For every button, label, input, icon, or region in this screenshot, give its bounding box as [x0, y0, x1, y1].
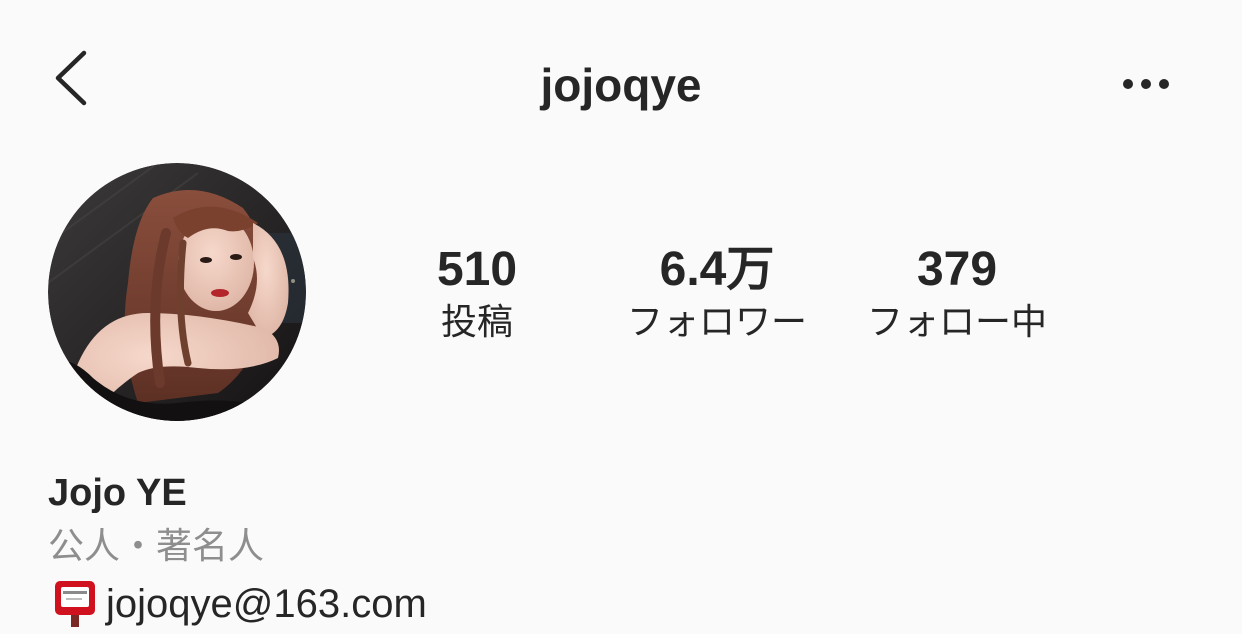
profile-category: 公人・著名人 [48, 526, 265, 567]
followers-count-stat[interactable]: 6.4万 フォロワー [587, 240, 847, 348]
profile-avatar[interactable] [48, 163, 306, 421]
profile-username-title: jojoqye [540, 59, 702, 111]
following-count: 379 [916, 243, 998, 296]
posts-count: 510 [436, 243, 518, 296]
mailbox-icon [55, 581, 95, 627]
followers-count: 6.4万 [659, 243, 775, 296]
posts-label: 投稿 [440, 302, 513, 343]
bio-email-row: jojoqye@163.com [52, 574, 427, 634]
more-options-button[interactable] [1116, 66, 1176, 102]
profile-display-name: Jojo YE [48, 472, 187, 514]
posts-count-stat[interactable]: 510 投稿 [347, 240, 607, 348]
bio-email-link[interactable]: jojoqye@163.com [106, 576, 427, 632]
following-label: フォロー中 [866, 302, 1047, 343]
navigation-bar: jojoqye [0, 0, 1242, 170]
following-count-stat[interactable]: 379 フォロー中 [827, 240, 1087, 348]
followers-label: フォロワー [626, 302, 807, 343]
avatar-photo [48, 163, 306, 421]
ellipsis-horizontal-icon [1123, 79, 1169, 89]
